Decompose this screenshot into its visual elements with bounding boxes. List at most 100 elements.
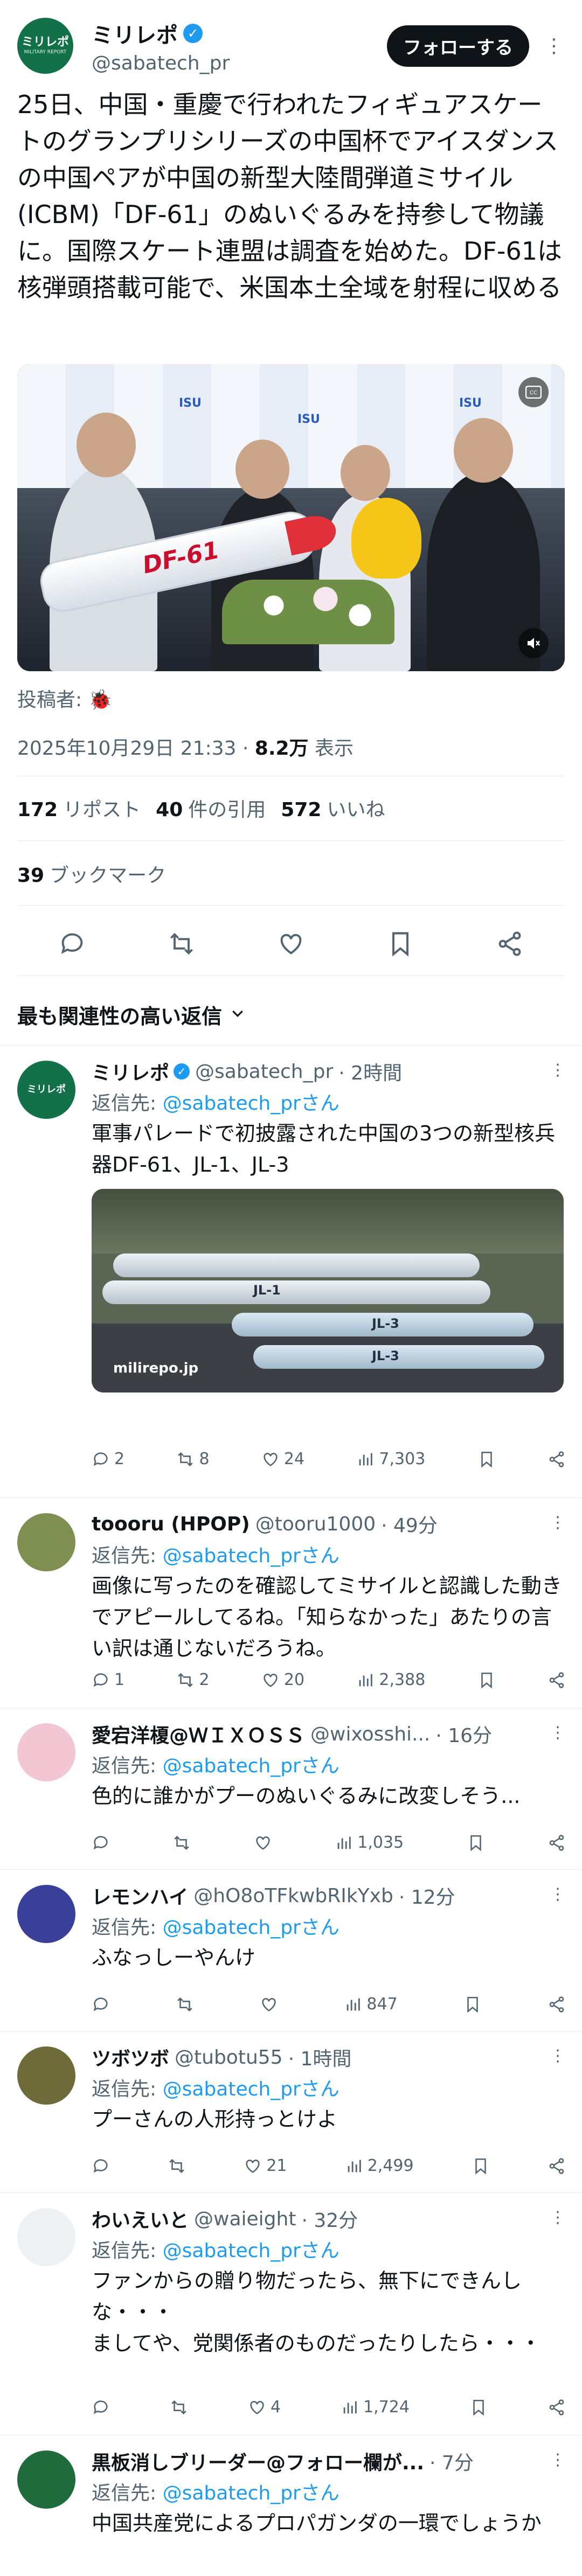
reply-item[interactable]: ⋮ ツボツボ @tubotu55 · 1時間 返信先: @sabatech_pr… [0,2031,582,2192]
reply-like-button[interactable]: 20 [261,1670,304,1689]
reply-share-button[interactable] [548,1995,566,2014]
reply-views-button[interactable]: 847 [344,1995,398,2014]
reply-item[interactable]: ⋮ わいえいと @waieight · 32分 返信先: @sabatech_p… [0,2192,582,2435]
reply-retweet-button[interactable]: 2 [176,1670,210,1689]
reply-author-name[interactable]: ツボツボ [92,2043,169,2071]
reply-item[interactable]: ⋮ 黒板消しブリーダー@フォロー欄が... · 7分 返信先: @sabatec… [0,2435,582,2576]
reply-reply-button[interactable] [92,1995,110,2014]
reply-author-handle[interactable]: @hO8oTFkwbRIkYxb [193,1885,393,1907]
reply-retweet-button[interactable] [176,1995,194,2014]
timestamp[interactable]: 2025年10月29日 21:33 [17,737,236,760]
retweet-icon[interactable] [164,927,199,961]
reply-share-button[interactable] [548,1834,566,1852]
reply-like-button[interactable]: 24 [261,1450,304,1468]
reply-reply-button[interactable]: 1 [92,1670,124,1689]
like-icon[interactable] [274,927,308,961]
reply-like-button[interactable]: 4 [248,2398,281,2417]
reply-bookmark-button[interactable] [463,1995,482,2014]
reply-retweet-button[interactable] [170,2398,188,2417]
retweet-stat[interactable]: 172 リポスト [17,794,141,822]
avatar[interactable] [17,2450,75,2509]
reply-author-name[interactable]: 愛宕洋榎@ＷＩＸＯＳＳ [92,1720,305,1748]
avatar[interactable]: ミリレポ MILITARY REPORT [17,18,73,74]
reply-views-button[interactable]: 7,303 [356,1450,425,1468]
reply-reply-button[interactable] [92,2157,110,2175]
reply-author-name[interactable]: レモンハイ [92,1882,188,1910]
post-media-image[interactable]: ISU ISU ISU DF-61 CC [17,364,565,671]
avatar[interactable] [17,1513,75,1571]
reply-to-link[interactable]: @sabatech_prさん [163,1092,340,1115]
reply-reply-button[interactable]: 2 [92,1450,124,1468]
reply-item[interactable]: ⋮ 愛宕洋榎@ＷＩＸＯＳＳ @wixosshi... · 16分 返信先: @s… [0,1708,582,1869]
reply-time[interactable]: · 49分 [381,1510,438,1538]
reply-share-button[interactable] [548,1450,566,1468]
captions-icon[interactable]: CC [518,377,549,407]
more-options-icon[interactable]: ⋮ [544,35,565,57]
reply-time[interactable]: · 2時間 [338,1057,402,1085]
reply-to-link[interactable]: @sabatech_prさん [163,1545,340,1567]
reply-views-button[interactable]: 2,388 [356,1670,425,1689]
bookmark-stat[interactable]: 39 ブックマーク [17,860,166,888]
reply-reply-button[interactable] [92,1834,110,1852]
reply-bookmark-button[interactable] [477,1671,496,1689]
reply-time[interactable]: · 7分 [429,2447,474,2475]
reply-to-link[interactable]: @sabatech_prさん [163,1917,340,1939]
author-name[interactable]: ミリレポ [92,18,178,49]
quote-stat[interactable]: 40 件の引用 [156,794,266,822]
reply-retweet-button[interactable]: 8 [176,1450,210,1468]
reply-item[interactable]: ⋮ レモンハイ @hO8oTFkwbRIkYxb · 12分 返信先: @sab… [0,1869,582,2031]
reply-item[interactable]: ⋮ toooru (HPOP) @tooru1000 · 49分 返信先: @s… [0,1498,582,1708]
avatar[interactable] [17,1885,75,1943]
reply-author-handle[interactable]: @sabatech_pr [195,1061,333,1083]
follow-button[interactable]: フォローする [387,25,529,67]
bookmark-icon[interactable] [383,927,418,961]
avatar[interactable]: ミリレポ [17,1061,75,1119]
reply-to-link[interactable]: @sabatech_prさん [163,1755,340,1777]
reply-reply-button[interactable] [92,2398,110,2417]
reply-author-name[interactable]: toooru (HPOP) [92,1513,250,1535]
reply-bookmark-button[interactable] [477,1450,496,1468]
reply-author-name[interactable]: 黒板消しブリーダー@フォロー欄が... [92,2447,424,2475]
reply-icon[interactable] [55,927,89,961]
reply-time[interactable]: · 32分 [301,2205,358,2233]
reply-retweet-button[interactable] [168,2157,186,2175]
reply-author-name[interactable]: わいえいと [92,2205,189,2233]
avatar[interactable] [17,1723,75,1781]
reply-bookmark-button[interactable] [472,2157,490,2175]
reply-bookmark-button[interactable] [467,1834,485,1852]
reply-to-link[interactable]: @sabatech_prさん [163,2482,340,2504]
reply-like-button[interactable] [260,1995,278,2014]
reply-time[interactable]: · 16分 [435,1720,492,1748]
reply-like-button[interactable]: 21 [244,2156,287,2175]
reply-author-handle[interactable]: @waieight [194,2208,296,2230]
ladybug-icon[interactable]: 🐞 [88,689,113,711]
reply-bookmark-button[interactable] [469,2398,488,2417]
reply-author-name[interactable]: ミリレポ [92,1057,169,1085]
reply-time[interactable]: · 12分 [399,1882,455,1910]
reply-author-handle[interactable]: @wixosshi... [310,1723,430,1745]
avatar[interactable] [17,2208,75,2266]
reply-views-button[interactable]: 1,724 [341,2398,410,2417]
reply-time[interactable]: · 1時間 [288,2043,352,2071]
reply-like-button[interactable] [254,1834,272,1852]
reply-share-button[interactable] [548,2398,566,2417]
reply-to-link[interactable]: @sabatech_prさん [163,2240,340,2262]
share-icon[interactable] [493,927,527,961]
reply-sort-dropdown[interactable]: 最も関連性の高い返信 [17,1000,246,1029]
reply-views-button[interactable]: 1,035 [335,1833,404,1852]
reply-share-button[interactable] [548,1671,566,1689]
author-handle[interactable]: @sabatech_pr [92,52,387,74]
reply-retweet-button[interactable] [172,1834,191,1852]
avatar[interactable] [17,2046,75,2105]
reply-author-handle[interactable]: @tubotu55 [175,2046,283,2069]
reply-item[interactable]: ミリレポ ⋮ ミリレポ ✓ @sabatech_pr · 2時間 返信先: @s… [0,1045,582,1498]
like-stat[interactable]: 572 いいね [281,794,385,822]
author-name-row[interactable]: ミリレポ ✓ [92,18,387,49]
reply-share-button[interactable] [548,2157,566,2175]
reply-media-image[interactable]: JL-1 JL-3 JL-3 milirepo.jp [92,1189,564,1393]
reply-author-handle[interactable]: @tooru1000 [255,1513,376,1535]
reply-to-link[interactable]: @sabatech_prさん [163,2078,340,2100]
reply-views-button[interactable]: 2,499 [345,2156,414,2175]
mute-icon[interactable] [518,628,549,658]
avatar-logo: ミリレポ MILITARY REPORT [22,37,69,55]
